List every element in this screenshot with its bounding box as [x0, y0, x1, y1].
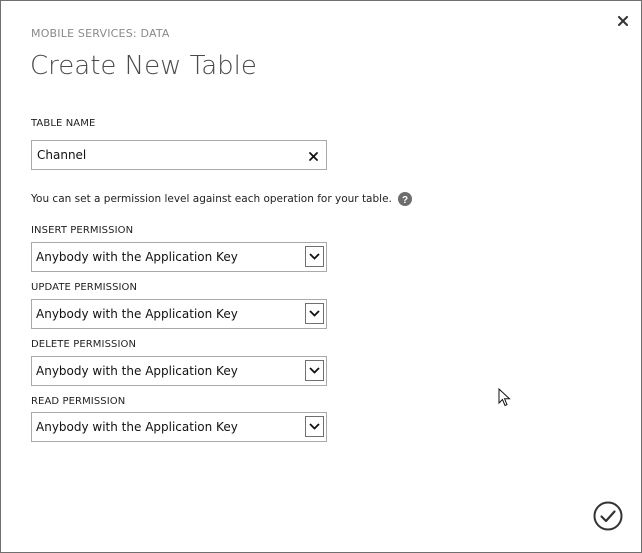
table-name-value: Channel	[37, 148, 87, 162]
close-button[interactable]	[614, 12, 632, 30]
delete-permission-value: Anybody with the Application Key	[36, 364, 238, 378]
delete-dropdown-arrow[interactable]	[305, 360, 324, 381]
update-dropdown-arrow[interactable]	[305, 303, 324, 324]
svg-text:?: ?	[402, 195, 408, 206]
read-dropdown-arrow[interactable]	[305, 416, 324, 437]
dialog-title: Create New Table	[30, 51, 257, 81]
chevron-down-icon	[309, 253, 320, 260]
checkmark-circle-icon	[593, 501, 623, 531]
update-permission-label: UPDATE PERMISSION	[31, 282, 138, 293]
confirm-button[interactable]	[593, 501, 623, 531]
table-name-input[interactable]: Channel	[31, 140, 327, 170]
delete-permission-label: DELETE PERMISSION	[31, 339, 137, 350]
delete-permission-select[interactable]: Anybody with the Application Key	[31, 356, 327, 386]
mouse-pointer-icon	[498, 388, 511, 407]
table-name-label: TABLE NAME	[31, 118, 96, 129]
help-button[interactable]: ?	[398, 191, 412, 206]
insert-dropdown-arrow[interactable]	[305, 246, 324, 267]
update-permission-value: Anybody with the Application Key	[36, 307, 238, 321]
insert-permission-label: INSERT PERMISSION	[31, 225, 134, 236]
chevron-down-icon	[309, 423, 320, 430]
update-permission-select[interactable]: Anybody with the Application Key	[31, 299, 327, 329]
read-permission-select[interactable]: Anybody with the Application Key	[31, 412, 327, 442]
insert-permission-value: Anybody with the Application Key	[36, 250, 238, 264]
clear-input-icon	[309, 152, 318, 161]
help-icon: ?	[398, 192, 412, 206]
insert-permission-select[interactable]: Anybody with the Application Key	[31, 242, 327, 272]
close-icon	[618, 16, 628, 26]
chevron-down-icon	[309, 367, 320, 374]
dialog-subtitle: MOBILE SERVICES: DATA	[31, 27, 170, 40]
create-table-dialog: MOBILE SERVICES: DATA Create New Table T…	[0, 0, 642, 553]
read-permission-label: READ PERMISSION	[31, 396, 126, 407]
read-permission-value: Anybody with the Application Key	[36, 420, 238, 434]
permission-help-text: You can set a permission level against e…	[31, 193, 392, 205]
clear-input-button[interactable]	[307, 148, 320, 161]
chevron-down-icon	[309, 310, 320, 317]
